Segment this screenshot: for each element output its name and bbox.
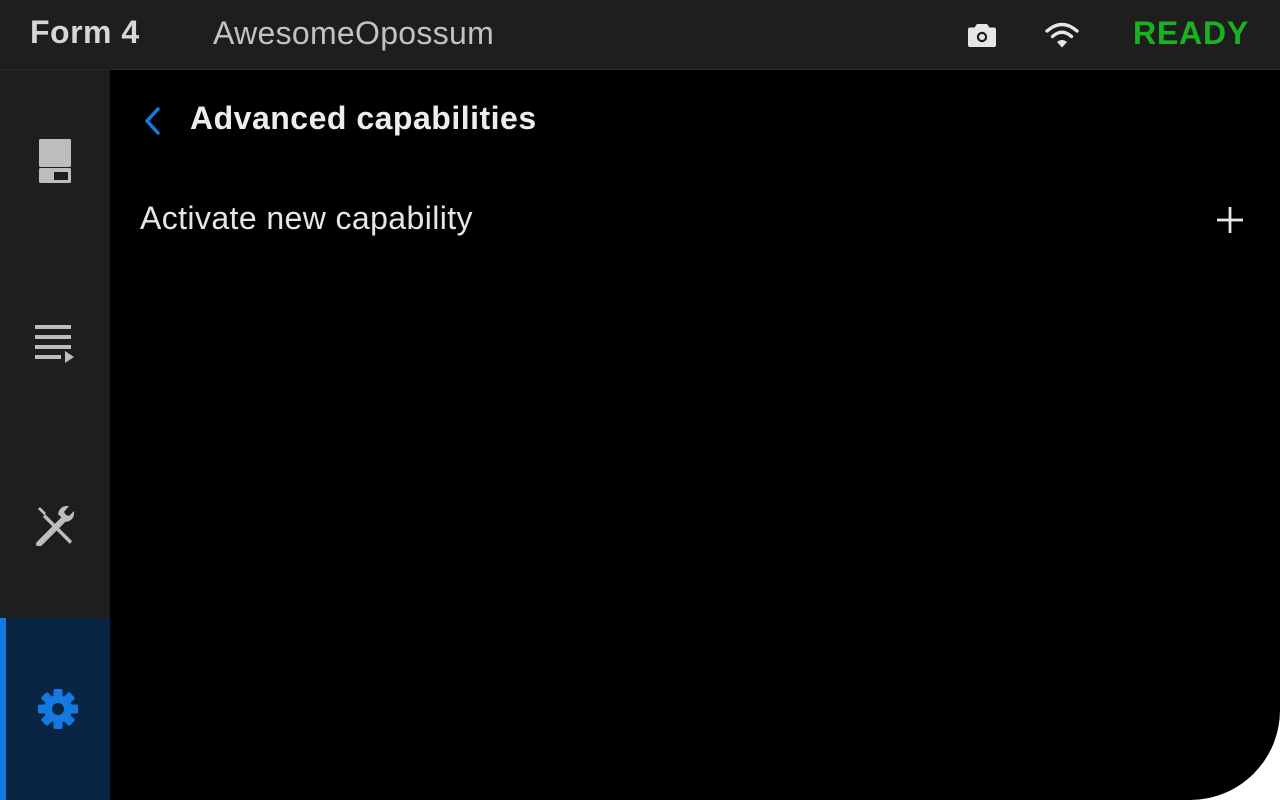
nav-settings[interactable]	[0, 618, 110, 800]
page-title: Advanced capabilities	[190, 100, 537, 136]
nav-queue[interactable]	[0, 252, 110, 434]
activate-capability-row[interactable]: Activate new capability	[110, 180, 1280, 260]
wifi-icon[interactable]	[1044, 20, 1080, 50]
back-button[interactable]	[136, 103, 168, 139]
printer-name: AwesomeOpossum	[213, 15, 495, 51]
printer-icon	[39, 139, 71, 183]
row-label: Activate new capability	[140, 200, 473, 236]
screen: Form 4 AwesomeOpossum READY Advanced cap…	[0, 0, 1280, 800]
chevron-left-icon	[145, 107, 160, 135]
nav-tools[interactable]	[0, 434, 110, 616]
sidebar	[0, 70, 110, 800]
queue-icon	[35, 325, 74, 363]
camera-icon[interactable]	[967, 21, 997, 49]
printer-model: Form 4	[30, 14, 140, 50]
gear-icon	[38, 689, 78, 729]
printer-status: READY	[1132, 15, 1249, 51]
status-bar: Form 4 AwesomeOpossum READY	[0, 0, 1280, 70]
plus-icon[interactable]	[1216, 206, 1244, 234]
nav-printer[interactable]	[0, 70, 110, 252]
tools-icon	[36, 505, 75, 546]
